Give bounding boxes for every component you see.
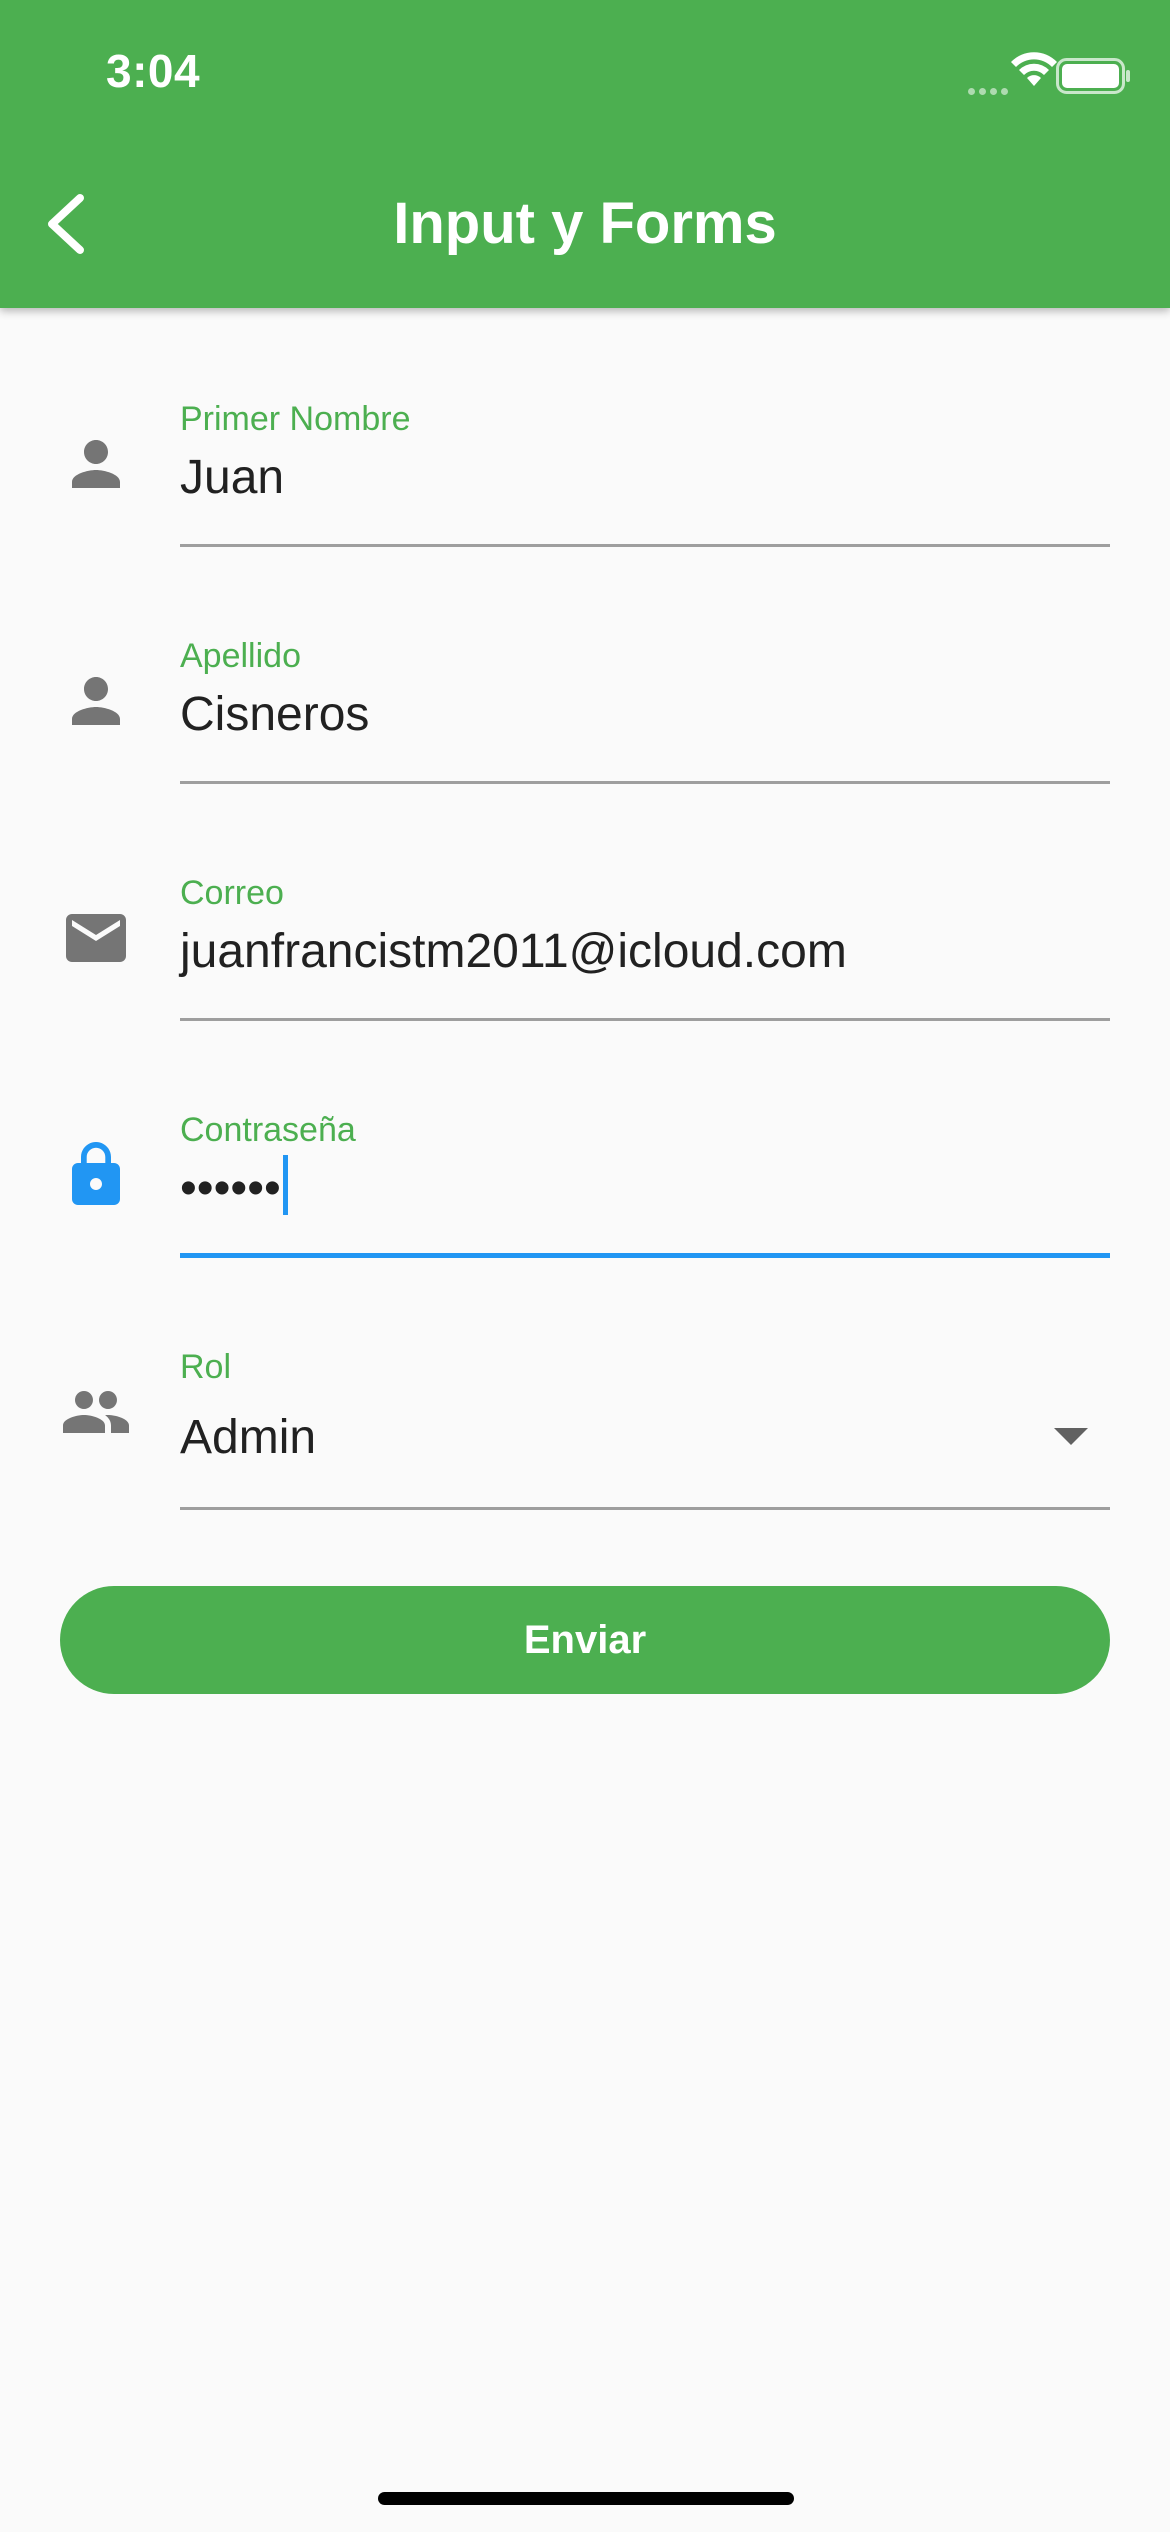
role-field[interactable]: Rol Admin: [0, 1328, 1170, 1528]
role-underline: [180, 1507, 1110, 1510]
last-name-field[interactable]: Apellido Cisneros: [0, 617, 1170, 817]
home-indicator: [378, 2492, 794, 2505]
email-underline: [180, 1018, 1110, 1021]
password-input[interactable]: ••••••: [180, 1155, 288, 1221]
text-caret: [282, 1155, 288, 1216]
last-name-label: Apellido: [180, 637, 301, 675]
last-name-underline: [180, 781, 1110, 784]
email-label: Correo: [180, 874, 284, 912]
status-time: 3:04: [106, 45, 201, 97]
signal-icon: [968, 82, 1012, 100]
person-icon: [72, 677, 120, 725]
first-name-field[interactable]: Primer Nombre Juan: [0, 380, 1170, 580]
email-input[interactable]: juanfrancistm2011@icloud.com: [180, 924, 847, 979]
password-label: Contraseña: [180, 1111, 356, 1149]
lock-icon: [72, 1142, 120, 1205]
first-name-label: Primer Nombre: [180, 400, 411, 438]
battery-icon: [1056, 58, 1130, 94]
email-field[interactable]: Correo juanfrancistm2011@icloud.com: [0, 854, 1170, 1054]
page-title: Input y Forms: [393, 191, 777, 256]
password-underline: [180, 1253, 1110, 1258]
password-value: ••••••: [180, 1162, 281, 1215]
email-icon: [66, 914, 126, 962]
person-icon: [72, 440, 120, 488]
wifi-icon: [1011, 52, 1057, 86]
people-icon: [63, 1391, 129, 1433]
submit-button[interactable]: Enviar: [60, 1586, 1110, 1694]
last-name-input[interactable]: Cisneros: [180, 687, 369, 742]
password-field[interactable]: Contraseña ••••••: [0, 1091, 1170, 1291]
role-select[interactable]: Admin: [180, 1410, 316, 1465]
first-name-input[interactable]: Juan: [180, 450, 284, 505]
dropdown-arrow-icon[interactable]: [1054, 1428, 1088, 1446]
role-label: Rol: [180, 1348, 232, 1386]
app-bar: 3:04 Input y Forms: [0, 0, 1170, 308]
first-name-underline: [180, 544, 1110, 547]
